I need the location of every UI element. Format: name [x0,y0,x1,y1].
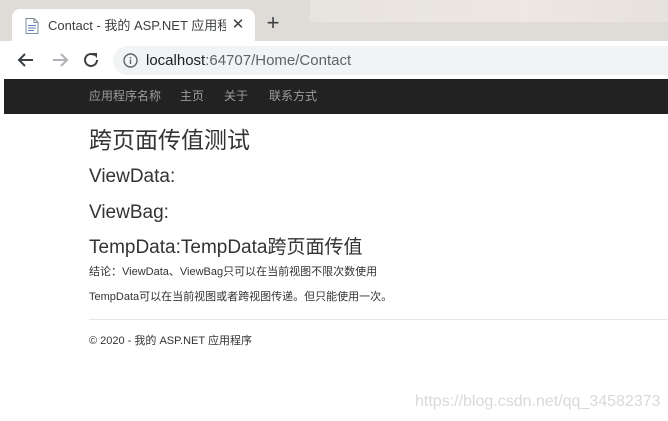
nav-link-about[interactable]: 关于 [224,89,248,103]
browser-tab[interactable]: Contact - 我的 ASP.NET 应用程 ✕ [12,9,255,41]
back-arrow-icon[interactable] [14,48,38,72]
page-icon [25,18,39,34]
navbar-brand[interactable]: 应用程序名称 [89,89,161,103]
footer-text: © 2020 - 我的 ASP.NET 应用程序 [89,335,252,347]
reload-icon[interactable] [79,48,103,72]
viewbag-heading: ViewBag: [89,202,169,223]
tempdata-heading: TempData:TempData跨页面传值 [89,237,363,258]
url-path: :64707/Home/Contact [205,52,352,69]
tempdata-note: TempData可以在当前视图或者跨视图传递。但只能使用一次。 [89,291,393,303]
forward-arrow-icon[interactable] [48,48,72,72]
page-title: 跨页面传值测试 [89,127,250,153]
conclusion-text: 结论：ViewData、ViewBag只可以在当前视图不限次数使用 [89,266,378,278]
address-bar[interactable]: localhost:64707/Home/Contact [113,46,668,75]
close-icon[interactable]: ✕ [230,17,246,33]
tabstrip-background [310,0,668,22]
divider [89,319,668,320]
info-icon[interactable] [123,53,138,68]
browser-tabstrip: Contact - 我的 ASP.NET 应用程 ✕ + [0,0,668,41]
browser-toolbar: localhost:64707/Home/Contact [0,41,668,79]
tab-title: Contact - 我的 ASP.NET 应用程 [48,18,226,33]
watermark: https://blog.csdn.net/qq_34582373 [415,393,661,410]
viewdata-heading: ViewData: [89,166,176,187]
site-navbar: 应用程序名称 主页 关于 联系方式 [4,79,668,114]
new-tab-plus-icon[interactable]: + [262,12,284,34]
url-host: localhost [146,52,206,69]
nav-link-home[interactable]: 主页 [180,89,204,103]
nav-link-contact[interactable]: 联系方式 [269,89,317,103]
url-text[interactable]: localhost:64707/Home/Contact [146,52,351,69]
